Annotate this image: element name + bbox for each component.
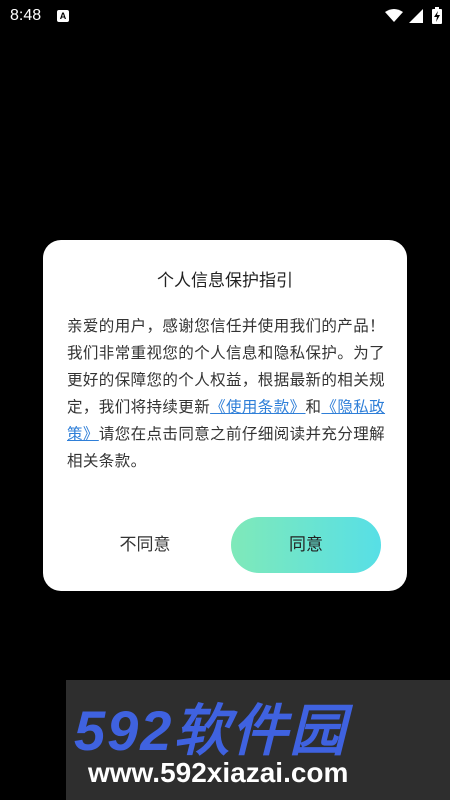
status-time: 8:48	[10, 7, 42, 24]
agree-button[interactable]: 同意	[231, 517, 381, 573]
watermark-url: www.592xiazai.com	[88, 757, 349, 788]
battery-icon	[432, 7, 442, 24]
status-bar: 8:48 A	[0, 0, 450, 32]
watermark-brand: 592软件园	[74, 699, 348, 762]
watermark: 592软件园 www.592xiazai.com	[66, 680, 450, 800]
dialog-body: 亲爱的用户，感谢您信任并使用我们的产品！我们非常重视您的个人信息和隐私保护。为了…	[67, 313, 387, 475]
body-text-after: 请您在点击同意之前仔细阅读并充分理解相关条款。	[67, 425, 386, 470]
terms-link[interactable]: 《使用条款》	[210, 398, 305, 416]
dialog-title: 个人信息保护指引	[157, 271, 293, 291]
wifi-icon	[385, 9, 403, 22]
notification-icon: A	[57, 10, 69, 22]
signal-icon	[409, 9, 423, 23]
body-conjunction: 和	[305, 398, 322, 416]
disagree-button[interactable]: 不同意	[95, 517, 195, 573]
privacy-dialog: 个人信息保护指引 亲爱的用户，感谢您信任并使用我们的产品！我们非常重视您的个人信…	[43, 240, 407, 591]
